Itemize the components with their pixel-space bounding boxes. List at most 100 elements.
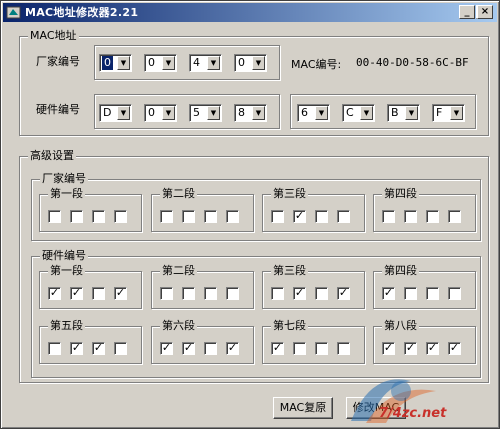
- hardware-segment-7-bit-2-checkbox[interactable]: [293, 342, 306, 355]
- checkmark-icon: ✓: [49, 286, 60, 299]
- vendor-segment-4-bit-2-checkbox[interactable]: [404, 210, 417, 223]
- vendor-segment-3-bit-1-checkbox[interactable]: [271, 210, 284, 223]
- hardware-segment-7-bit-3-checkbox[interactable]: [315, 342, 328, 355]
- hardware-segment-4-bit-4-checkbox[interactable]: [448, 287, 461, 300]
- checkmark-icon: ✓: [427, 341, 438, 354]
- chevron-down-icon: ▼: [117, 106, 130, 120]
- chevron-down-icon: ▼: [252, 56, 265, 70]
- hardware-segment-4-label: 第四段: [382, 264, 419, 278]
- hardware-segment-1-bit-4-checkbox[interactable]: ✓: [114, 287, 127, 300]
- hardware-segment-6-bit-4-checkbox[interactable]: ✓: [226, 342, 239, 355]
- vendor-mask-group-title: 厂家编号: [40, 172, 88, 186]
- hardware-segment-4-bit-3-checkbox[interactable]: [426, 287, 439, 300]
- window-title: MAC地址修改器2.21: [25, 6, 139, 19]
- checkmark-icon: ✓: [383, 286, 394, 299]
- hardware-segment-1-label: 第一段: [48, 264, 85, 278]
- hardware-id-label: 硬件编号: [36, 103, 80, 116]
- mac-restore-button[interactable]: MAC复原: [273, 397, 333, 419]
- hardware-segment-2-bit-1-checkbox[interactable]: [160, 287, 173, 300]
- hardware-byte-6-select[interactable]: C ▼: [342, 104, 375, 122]
- hardware-segment-5-bit-1-checkbox[interactable]: [48, 342, 61, 355]
- hardware-segment-3-bit-4-checkbox[interactable]: ✓: [337, 287, 350, 300]
- hardware-segment-2-bit-2-checkbox[interactable]: [182, 287, 195, 300]
- vendor-segment-2-bit-3-checkbox[interactable]: [204, 210, 217, 223]
- hardware-segment-7-bit-4-checkbox[interactable]: [337, 342, 350, 355]
- checkmark-icon: ✓: [449, 341, 460, 354]
- chevron-down-icon: ▼: [207, 106, 220, 120]
- vendor-segment-4-bit-1-checkbox[interactable]: [382, 210, 395, 223]
- mac-address-group-title: MAC地址: [28, 29, 79, 43]
- checkmark-icon: ✓: [227, 341, 238, 354]
- vendor-byte-1-select[interactable]: 0 ▼: [99, 54, 132, 72]
- chevron-down-icon: ▼: [207, 56, 220, 70]
- vendor-segment-1-bit-2-checkbox[interactable]: [70, 210, 83, 223]
- vendor-segment-2-bit-1-checkbox[interactable]: [160, 210, 173, 223]
- hardware-segment-7-bit-1-checkbox[interactable]: ✓: [271, 342, 284, 355]
- checkmark-icon: ✓: [183, 341, 194, 354]
- hardware-segment-3-bit-3-checkbox[interactable]: [315, 287, 328, 300]
- chevron-down-icon: ▼: [252, 106, 265, 120]
- checkmark-icon: ✓: [272, 341, 283, 354]
- checkmark-icon: ✓: [71, 286, 82, 299]
- hardware-segment-5-bit-2-checkbox[interactable]: ✓: [70, 342, 83, 355]
- checkmark-icon: ✓: [294, 209, 305, 222]
- hardware-segment-5-bit-4-checkbox[interactable]: [114, 342, 127, 355]
- hardware-segment-1-bit-2-checkbox[interactable]: ✓: [70, 287, 83, 300]
- vendor-segment-1-bit-3-checkbox[interactable]: [92, 210, 105, 223]
- hardware-segment-7-label: 第七段: [271, 319, 308, 333]
- hardware-byte-8-select[interactable]: F ▼: [432, 104, 465, 122]
- checkmark-icon: ✓: [338, 286, 349, 299]
- vendor-segment-3-bit-2-checkbox[interactable]: ✓: [293, 210, 306, 223]
- hardware-segment-5-bit-3-checkbox[interactable]: ✓: [92, 342, 105, 355]
- minimize-button[interactable]: _: [459, 5, 475, 19]
- vendor-byte-3-select[interactable]: 4 ▼: [189, 54, 222, 72]
- hardware-segment-8-bit-2-checkbox[interactable]: ✓: [404, 342, 417, 355]
- vendor-segment-2-label: 第二段: [160, 187, 197, 201]
- hardware-segment-8-bit-3-checkbox[interactable]: ✓: [426, 342, 439, 355]
- vendor-segment-2-bit-4-checkbox[interactable]: [226, 210, 239, 223]
- hardware-segment-2-bit-3-checkbox[interactable]: [204, 287, 217, 300]
- hardware-byte-5-select[interactable]: 6 ▼: [297, 104, 330, 122]
- app-window: MAC地址修改器2.21 _ □ × MAC地址 厂家编号 0 ▼ 0 ▼ 4 …: [0, 0, 500, 429]
- checkmark-icon: ✓: [71, 341, 82, 354]
- hardware-segment-1-bit-1-checkbox[interactable]: ✓: [48, 287, 61, 300]
- chevron-down-icon: ▼: [360, 106, 373, 120]
- hardware-segment-6-bit-3-checkbox[interactable]: [204, 342, 217, 355]
- vendor-segment-4-label: 第四段: [382, 187, 419, 201]
- app-icon: [6, 6, 21, 19]
- hardware-segment-4-bit-2-checkbox[interactable]: [404, 287, 417, 300]
- hardware-segment-2-label: 第二段: [160, 264, 197, 278]
- hardware-segment-3-bit-2-checkbox[interactable]: ✓: [293, 287, 306, 300]
- hardware-segment-3-label: 第三段: [271, 264, 308, 278]
- hardware-segment-8-bit-1-checkbox[interactable]: ✓: [382, 342, 395, 355]
- hardware-segment-1-bit-3-checkbox[interactable]: [92, 287, 105, 300]
- hardware-segment-3-bit-1-checkbox[interactable]: [271, 287, 284, 300]
- chevron-down-icon: ▼: [315, 106, 328, 120]
- vendor-byte-4-select[interactable]: 0 ▼: [234, 54, 267, 72]
- vendor-segment-3-label: 第三段: [271, 187, 308, 201]
- hardware-segment-8-label: 第八段: [382, 319, 419, 333]
- hardware-segment-4-bit-1-checkbox[interactable]: ✓: [382, 287, 395, 300]
- hardware-segment-2-bit-4-checkbox[interactable]: [226, 287, 239, 300]
- title-bar[interactable]: MAC地址修改器2.21 _ □: [3, 3, 497, 22]
- vendor-segment-4-bit-3-checkbox[interactable]: [426, 210, 439, 223]
- vendor-segment-4-bit-4-checkbox[interactable]: [448, 210, 461, 223]
- hardware-byte-7-select[interactable]: B ▼: [387, 104, 420, 122]
- vendor-byte-2-select[interactable]: 0 ▼: [144, 54, 177, 72]
- hardware-segment-5-label: 第五段: [48, 319, 85, 333]
- hardware-byte-3-select[interactable]: 5 ▼: [189, 104, 222, 122]
- hardware-segment-6-bit-1-checkbox[interactable]: ✓: [160, 342, 173, 355]
- hardware-byte-1-select[interactable]: D ▼: [99, 104, 132, 122]
- vendor-segment-1-bit-4-checkbox[interactable]: [114, 210, 127, 223]
- vendor-segment-3-bit-4-checkbox[interactable]: [337, 210, 350, 223]
- mac-number-value: 00-40-D0-58-6C-BF: [356, 56, 469, 69]
- hardware-byte-4-select[interactable]: 8 ▼: [234, 104, 267, 122]
- vendor-segment-1-bit-1-checkbox[interactable]: [48, 210, 61, 223]
- hardware-segment-8-bit-4-checkbox[interactable]: ✓: [448, 342, 461, 355]
- hardware-byte-2-select[interactable]: 0 ▼: [144, 104, 177, 122]
- chevron-down-icon: ▼: [162, 106, 175, 120]
- vendor-segment-2-bit-2-checkbox[interactable]: [182, 210, 195, 223]
- hardware-segment-6-bit-2-checkbox[interactable]: ✓: [182, 342, 195, 355]
- close-button[interactable]: ×: [477, 5, 493, 19]
- vendor-segment-3-bit-3-checkbox[interactable]: [315, 210, 328, 223]
